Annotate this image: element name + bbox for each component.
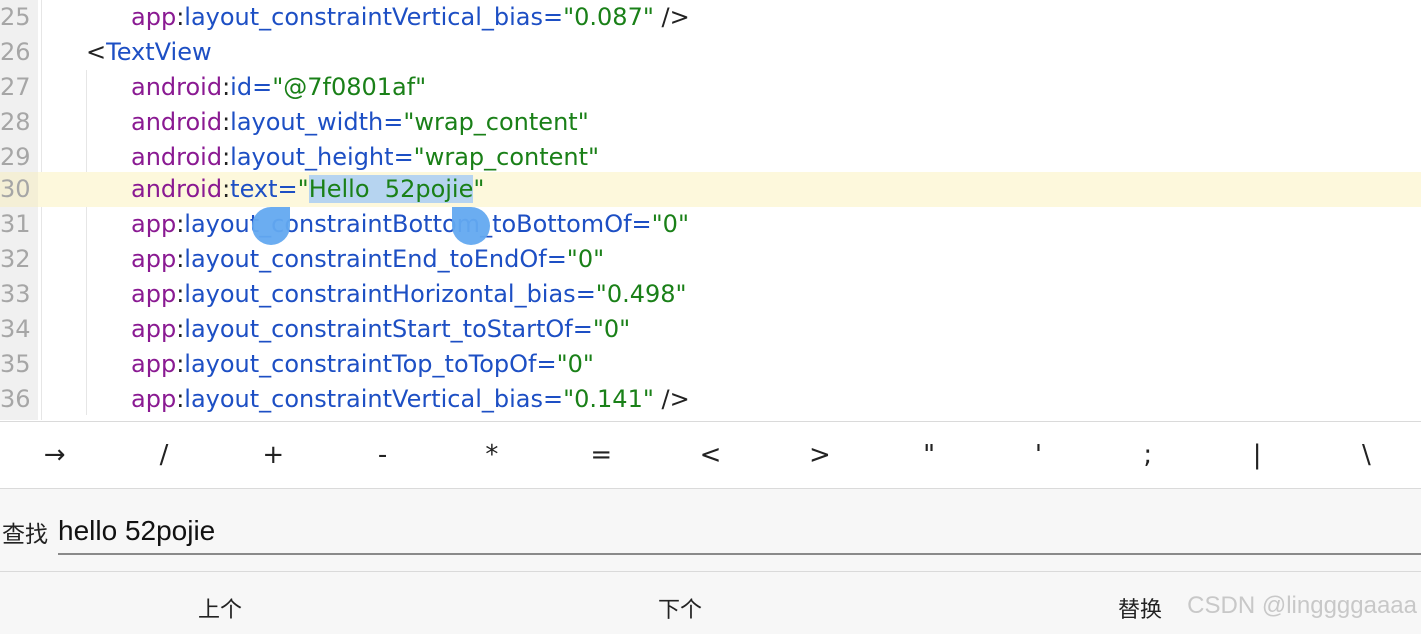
code-line[interactable]: 26 <TextView (0, 35, 1421, 70)
line-number: 34 (0, 315, 31, 343)
symbol-key-double-quote[interactable]: " (875, 422, 984, 488)
code-text: <TextView (86, 38, 212, 66)
code-line[interactable]: 28 android:layout_width="wrap_content" (0, 105, 1421, 140)
code-text: app:layout_constraintStart_toStartOf="0" (131, 315, 631, 343)
line-number: 26 (0, 38, 31, 66)
next-match-button[interactable]: 下个 (658, 592, 702, 624)
text-selection[interactable]: Hello 52pojie (308, 175, 474, 203)
code-line-current[interactable]: 30 android:text="Hello 52pojie" (0, 172, 1421, 207)
xml-value: "0.087" (563, 3, 654, 31)
symbol-key-semicolon[interactable]: ; (1093, 422, 1202, 488)
code-text: app:layout_constraintEnd_toEndOf="0" (131, 245, 605, 273)
code-text: app:layout_constraintVertical_bias="0.14… (131, 385, 690, 413)
code-line[interactable]: 29 android:layout_height="wrap_content" (0, 140, 1421, 175)
replace-button[interactable]: 替换 (1118, 592, 1162, 624)
code-text: app:layout_constraintHorizontal_bias="0.… (131, 280, 687, 308)
code-line[interactable]: 33 app:layout_constraintHorizontal_bias=… (0, 277, 1421, 312)
watermark: CSDN @linggggaaaa (1187, 592, 1417, 619)
code-editor[interactable]: 25 app:layout_constraintVertical_bias="0… (0, 0, 1421, 420)
symbol-key-pipe[interactable]: | (1202, 422, 1311, 488)
code-line[interactable]: 31 app:layout_constraintBottom_toBottomO… (0, 207, 1421, 242)
symbol-key-minus[interactable]: - (328, 422, 437, 488)
code-line[interactable]: 36 app:layout_constraintVertical_bias="0… (0, 382, 1421, 417)
symbol-key-backslash[interactable]: \ (1312, 422, 1421, 488)
code-text: app:layout_constraintVertical_bias="0.08… (131, 3, 690, 31)
code-text: android:layout_height="wrap_content" (131, 143, 600, 171)
line-number: 25 (0, 3, 31, 31)
symbol-key-tab[interactable]: → (0, 422, 109, 488)
line-number: 27 (0, 73, 31, 101)
symbol-key-less-than[interactable]: < (656, 422, 765, 488)
symbol-key-greater-than[interactable]: > (765, 422, 874, 488)
code-line[interactable]: 32 app:layout_constraintEnd_toEndOf="0" (0, 242, 1421, 277)
line-number: 28 (0, 108, 31, 136)
code-line[interactable]: 25 app:layout_constraintVertical_bias="0… (0, 0, 1421, 35)
code-editor-app: 25 app:layout_constraintVertical_bias="0… (0, 0, 1421, 634)
line-number: 31 (0, 210, 31, 238)
code-text: android:text="Hello 52pojie" (131, 175, 485, 203)
line-number: 36 (0, 385, 31, 413)
symbol-key-asterisk[interactable]: * (437, 422, 546, 488)
code-text: android:layout_width="wrap_content" (131, 108, 589, 136)
line-number: 30 (0, 172, 38, 207)
find-bar: 查找 (0, 489, 1421, 572)
line-number: 35 (0, 350, 31, 378)
symbol-bar: → / + - * = < > " ' ; | \ (0, 421, 1421, 489)
xml-tag: TextView (106, 38, 212, 66)
line-number: 29 (0, 143, 31, 171)
symbol-key-single-quote[interactable]: ' (984, 422, 1093, 488)
line-number: 32 (0, 245, 31, 273)
xml-attribute: layout_constraintVertical_bias (184, 3, 543, 31)
selection-start-handle[interactable] (252, 207, 290, 245)
code-text: app:layout_constraintTop_toTopOf="0" (131, 350, 594, 378)
code-text: android:id="@7f0801af" (131, 73, 427, 101)
find-actions: 上个 下个 替换 CSDN @linggggaaaa (0, 572, 1421, 634)
code-line[interactable]: 27 android:id="@7f0801af" (0, 70, 1421, 105)
code-line[interactable]: 35 app:layout_constraintTop_toTopOf="0" (0, 347, 1421, 382)
line-number: 33 (0, 280, 31, 308)
previous-match-button[interactable]: 上个 (198, 592, 242, 624)
symbol-key-plus[interactable]: + (219, 422, 328, 488)
selection-end-handle[interactable] (452, 207, 490, 245)
symbol-key-slash[interactable]: / (109, 422, 218, 488)
code-text: app:layout_constraintBottom_toBottomOf="… (131, 210, 689, 238)
code-line[interactable]: 34 app:layout_constraintStart_toStartOf=… (0, 312, 1421, 347)
xml-namespace: app (131, 3, 177, 31)
find-input[interactable] (58, 509, 1421, 555)
symbol-key-equals[interactable]: = (547, 422, 656, 488)
find-label: 查找 (2, 522, 48, 548)
